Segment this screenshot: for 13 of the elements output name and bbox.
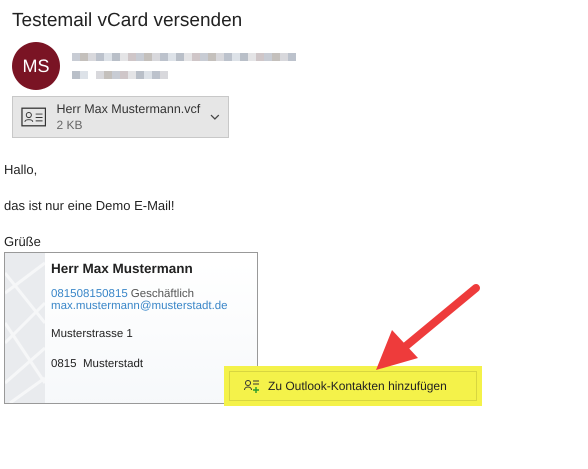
body-text: Grüße: [4, 234, 42, 250]
body-text: das ist nur eine Demo E-Mail!: [4, 198, 176, 214]
phone-link[interactable]: 081508150815: [51, 288, 128, 300]
email-subject: Testemail vCard versenden: [12, 10, 244, 32]
avatar: MS: [12, 42, 60, 90]
body-text: Hallo,: [4, 162, 38, 178]
phone-type: Geschäftlich: [130, 288, 194, 300]
street-address: Musterstrasse 1: [51, 328, 134, 340]
add-contact-button[interactable]: Zu Outlook-Kontakten hinzufügen: [229, 371, 477, 401]
city-address: 0815 Musterstadt: [51, 358, 144, 370]
attachment-button[interactable]: Herr Max Mustermann.vcf 2 KB: [12, 96, 229, 138]
email-link[interactable]: max.mustermann@musterstadt.de: [51, 300, 228, 312]
contact-name: Herr Max Mustermann: [51, 261, 194, 276]
